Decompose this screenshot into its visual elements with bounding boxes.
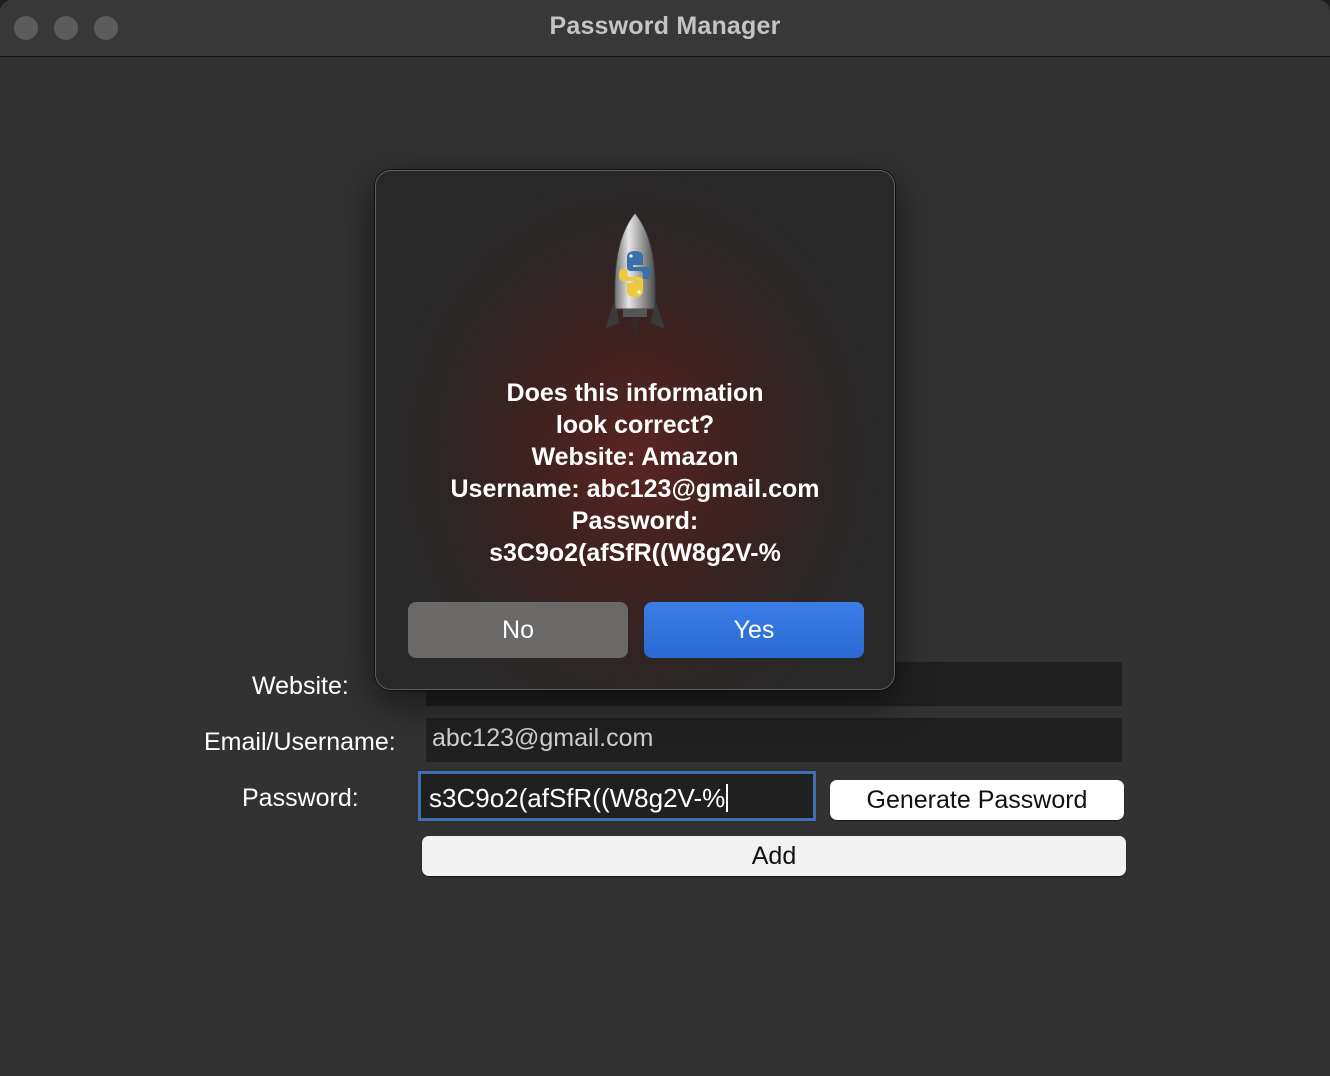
title-bar: Password Manager [0, 0, 1330, 57]
add-button[interactable]: Add [422, 836, 1126, 876]
password-input[interactable]: s3C9o2(afSfR((W8g2V-% [418, 771, 816, 821]
password-input-value: s3C9o2(afSfR((W8g2V-% [429, 783, 726, 813]
website-label: Website: [252, 672, 349, 700]
app-window: Password Manager Website: Amazon Email/U… [0, 0, 1330, 1076]
python-launcher-rocket-icon [605, 212, 665, 337]
dialog-message-line: Website: Amazon [531, 443, 739, 471]
email-input-value: abc123@gmail.com [432, 724, 654, 752]
password-label: Password: [242, 784, 359, 812]
email-input[interactable]: abc123@gmail.com [426, 718, 1122, 762]
window-title: Password Manager [549, 12, 781, 40]
yes-button[interactable]: Yes [644, 602, 864, 658]
generate-password-button[interactable]: Generate Password [830, 780, 1124, 820]
no-button[interactable]: No [408, 602, 628, 658]
dialog-message-line: Does this information [506, 379, 764, 407]
text-caret [726, 784, 729, 812]
confirm-dialog: Does this information look correct? Webs… [375, 170, 895, 690]
dialog-message-line: Username: abc123@gmail.com [450, 475, 820, 503]
dialog-message: Does this information look correct? Webs… [396, 377, 874, 569]
dialog-message-line: Password: [571, 507, 699, 535]
email-label: Email/Username: [204, 728, 396, 756]
dialog-message-line: s3C9o2(afSfR((W8g2V-% [489, 539, 781, 567]
dialog-message-line: look correct? [555, 411, 715, 439]
